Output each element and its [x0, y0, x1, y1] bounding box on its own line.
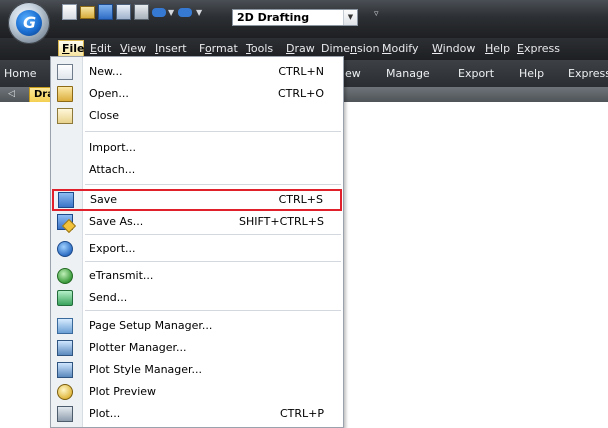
customize-quick-access-icon[interactable]: ▿ — [374, 9, 379, 19]
ribbon-tab-export[interactable]: Export — [458, 67, 494, 80]
quick-new-icon[interactable] — [62, 4, 77, 20]
workspace-value: 2D Drafting — [237, 11, 310, 24]
doc-tab-prev-icon[interactable]: ◁ — [8, 87, 15, 102]
file-menu-item-send[interactable]: Send... — [51, 287, 343, 309]
menu-dimension[interactable]: Dimension — [321, 42, 380, 56]
open-folder-icon — [57, 86, 73, 102]
file-menu-separator — [85, 234, 341, 235]
menu-tools[interactable]: Tools — [246, 42, 273, 56]
file-menu-item-export[interactable]: Export... — [51, 238, 343, 260]
file-menu-item-save[interactable]: Save CTRL+S — [52, 189, 342, 211]
file-menu-item-shortcut: CTRL+S — [278, 193, 323, 206]
undo-icon[interactable] — [152, 8, 166, 17]
ribbon-tab-manage[interactable]: Manage — [386, 67, 430, 80]
file-menu-item-label: Save As... — [89, 215, 144, 228]
file-menu-item-page-setup-manager[interactable]: Page Setup Manager... — [51, 315, 343, 337]
file-menu-item-plot-style-manager[interactable]: Plot Style Manager... — [51, 359, 343, 381]
page-setup-icon — [57, 318, 73, 334]
plot-preview-icon — [57, 384, 73, 400]
menu-format[interactable]: Format — [199, 42, 238, 56]
etransmit-icon — [57, 268, 73, 284]
file-menu-item-plotter-manager[interactable]: Plotter Manager... — [51, 337, 343, 359]
file-menu-item-open[interactable]: Open... CTRL+O — [51, 83, 343, 105]
file-menu-item-new[interactable]: New... CTRL+N — [51, 61, 343, 83]
file-menu-item-label: Plot Preview — [89, 385, 157, 398]
application-menu-button[interactable]: G — [8, 2, 50, 44]
send-icon — [57, 290, 73, 306]
undo-dropdown-icon[interactable]: ▼ — [168, 8, 174, 17]
ribbon-tab-view[interactable]: ew — [345, 67, 361, 80]
plot-icon — [57, 406, 73, 422]
file-menu-item-label: Export... — [89, 242, 136, 255]
file-menu-dropdown: New... CTRL+N Open... CTRL+O Close Import... A… — [50, 56, 344, 428]
ribbon-tab-help[interactable]: Help — [519, 67, 544, 80]
file-menu-item-label: Send... — [89, 291, 128, 304]
file-menu-item-shortcut: SHIFT+CTRL+S — [239, 215, 324, 228]
quick-save-as-icon[interactable] — [116, 4, 131, 20]
quick-plot-icon[interactable] — [134, 4, 149, 20]
app-logo-icon: G — [16, 10, 42, 36]
file-menu-item-import[interactable]: Import... — [51, 137, 343, 159]
file-menu-separator — [85, 131, 341, 132]
redo-dropdown-icon[interactable]: ▼ — [196, 8, 202, 17]
file-menu-separator — [85, 184, 341, 185]
menu-modify[interactable]: Modify — [382, 42, 418, 56]
quick-open-icon[interactable] — [80, 6, 95, 19]
file-menu-item-plot-preview[interactable]: Plot Preview — [51, 381, 343, 403]
chevron-down-icon[interactable]: ▼ — [343, 10, 357, 25]
file-menu-item-label: Page Setup Manager... — [89, 319, 213, 332]
file-menu-item-label: Plot Style Manager... — [89, 363, 203, 376]
redo-icon[interactable] — [178, 8, 192, 17]
file-menu-item-label: Plotter Manager... — [89, 341, 187, 354]
file-menu-separator — [85, 310, 341, 311]
menu-window[interactable]: Window — [432, 42, 475, 56]
file-menu-item-label: Import... — [89, 141, 136, 154]
file-menu-item-save-as[interactable]: Save As... SHIFT+CTRL+S — [51, 211, 343, 233]
file-menu-item-shortcut: CTRL+P — [279, 407, 324, 420]
export-globe-icon — [57, 241, 73, 257]
close-folder-icon — [57, 108, 73, 124]
menu-view[interactable]: View — [120, 42, 146, 56]
file-menu-item-label: Attach... — [89, 163, 136, 176]
file-menu-item-shortcut: CTRL+N — [278, 65, 324, 78]
plot-style-icon — [57, 362, 73, 378]
menu-edit[interactable]: Edit — [90, 42, 111, 56]
save-as-icon — [57, 214, 73, 230]
workspace-select[interactable]: 2D Drafting ▼ — [232, 9, 358, 26]
file-menu-item-close[interactable]: Close — [51, 105, 343, 127]
file-menu-item-etransmit[interactable]: eTransmit... — [51, 265, 343, 287]
file-menu-item-plot[interactable]: Plot... CTRL+P — [51, 403, 343, 425]
file-menu-item-label: Plot... — [89, 407, 121, 420]
save-icon — [58, 192, 74, 208]
file-menu-item-label: Save — [90, 193, 118, 206]
ribbon-tab-express[interactable]: Express — [568, 67, 608, 80]
file-menu-item-label: Open... — [89, 87, 129, 100]
file-menu-item-label: Close — [89, 109, 119, 122]
file-menu-item-label: eTransmit... — [89, 269, 154, 282]
quick-save-icon[interactable] — [98, 4, 113, 20]
new-document-icon — [57, 64, 73, 80]
menu-draw[interactable]: Draw — [286, 42, 315, 56]
file-menu-item-attach[interactable]: Attach... — [51, 159, 343, 181]
plotter-icon — [57, 340, 73, 356]
file-menu-item-label: New... — [89, 65, 123, 78]
menu-insert[interactable]: Insert — [155, 42, 187, 56]
file-menu-separator — [85, 261, 341, 262]
file-menu-item-shortcut: CTRL+O — [277, 87, 324, 100]
menu-express[interactable]: Express — [517, 42, 560, 56]
menu-help[interactable]: Help — [485, 42, 510, 56]
ribbon-tab-home[interactable]: Home — [4, 67, 36, 80]
